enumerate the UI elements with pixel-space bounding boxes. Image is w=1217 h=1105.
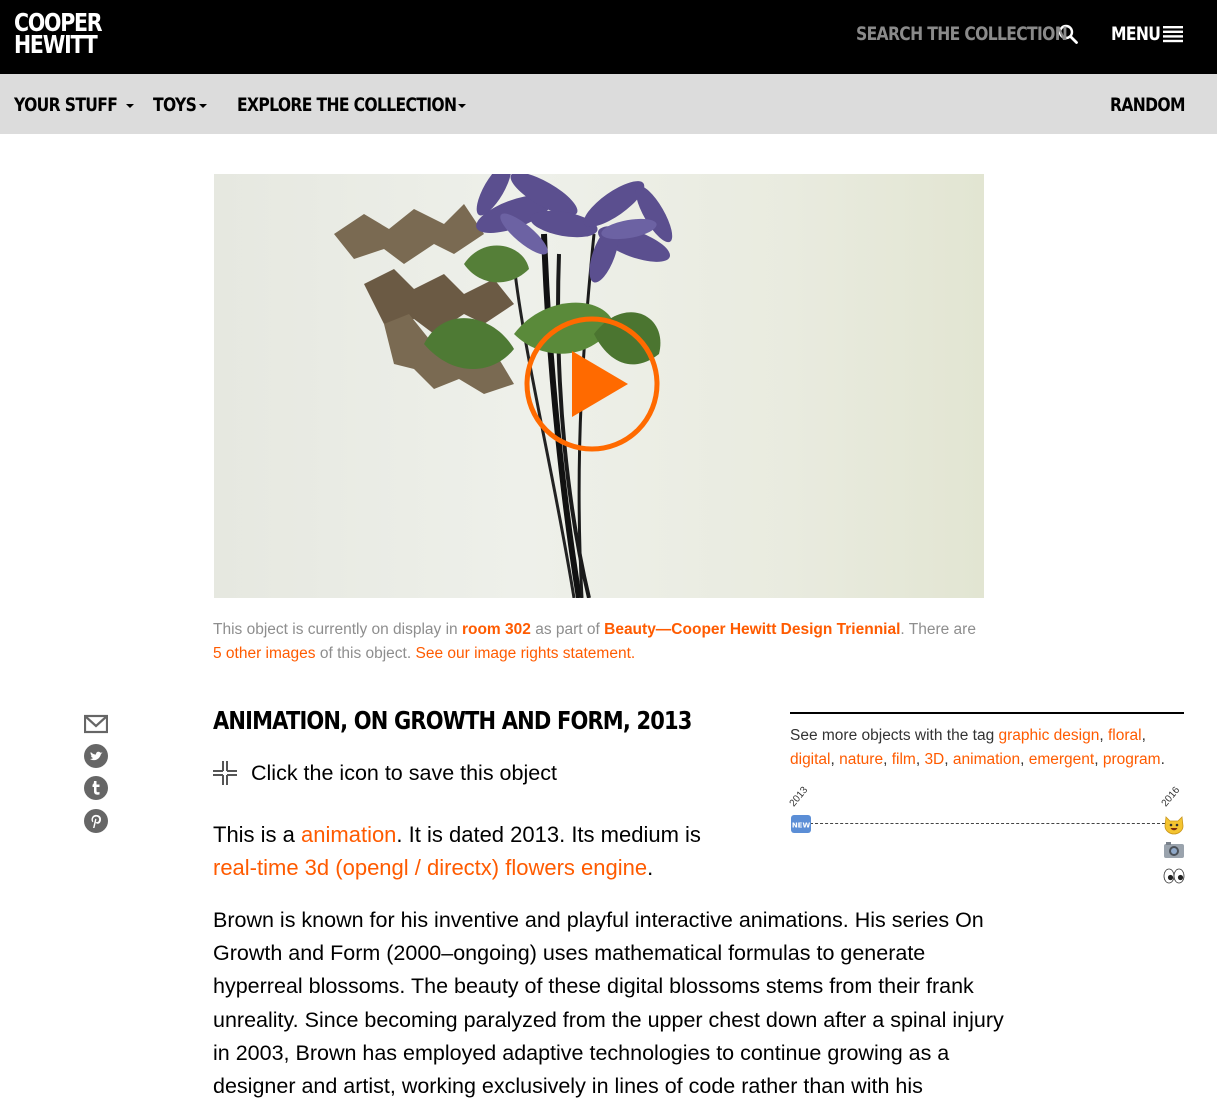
exhibition-link[interactable]: Beauty—Cooper Hewitt Design Triennial: [604, 621, 900, 638]
tag-animation[interactable]: animation: [953, 751, 1020, 768]
play-icon[interactable]: [524, 316, 660, 452]
medium-link[interactable]: real-time 3d (opengl / directx) flowers …: [213, 855, 647, 880]
email-icon[interactable]: [84, 712, 108, 736]
save-label: Click the icon to save this object: [251, 760, 557, 785]
new-badge-text: NEW: [792, 822, 811, 830]
object-summary: This is a animation. It is dated 2013. I…: [213, 818, 733, 884]
nav-random-label: RANDOM: [1110, 94, 1186, 116]
new-badge-icon[interactable]: NEW: [790, 813, 812, 835]
chevron-down-icon: [457, 103, 466, 108]
caption-text-1: This object is currently on display in: [213, 621, 462, 638]
logo-line-2: HEWITT: [14, 30, 98, 59]
cooper-hewitt-logo[interactable]: COOPER HEWITT: [14, 10, 103, 59]
object-description: Brown is known for his inventive and pla…: [213, 908, 1004, 1099]
tag-graphic-design[interactable]: graphic design: [999, 727, 1100, 744]
object-title-text: ANIMATION, ON GROWTH AND FORM, 2013: [213, 706, 692, 735]
other-images-link[interactable]: 5 other images: [213, 645, 316, 662]
caption-text-4: of this object.: [315, 645, 416, 662]
room-link-text: room 302: [461, 621, 531, 638]
eyes-icon[interactable]: [1163, 865, 1185, 887]
timeline-start-year: 2013: [787, 784, 811, 809]
display-caption: This object is currently on display in r…: [213, 618, 983, 666]
tag-digital[interactable]: digital: [790, 751, 831, 768]
nav-your-stuff-label: YOUR STUFF: [14, 94, 118, 116]
tag-nature[interactable]: nature: [839, 751, 883, 768]
nav-toys[interactable]: TOYS: [153, 94, 207, 116]
object-title: ANIMATION, ON GROWTH AND FORM, 2013: [213, 706, 783, 735]
tags-intro: See more objects with the tag: [790, 727, 999, 744]
chevron-down-icon: [125, 103, 134, 108]
caption-text-3: . There are: [900, 621, 976, 638]
twitter-icon[interactable]: [84, 744, 108, 768]
hamburger-icon: [1163, 26, 1183, 43]
nav-explore-label: EXPLORE THE COLLECTION: [237, 94, 457, 116]
room-link[interactable]: room 302: [462, 621, 531, 638]
tag-emergent[interactable]: emergent: [1029, 751, 1094, 768]
summary-text-1: This is a: [213, 822, 302, 847]
chevron-down-icon: [198, 103, 207, 108]
tag-program[interactable]: program: [1103, 751, 1161, 768]
caption-text-2: as part of: [530, 621, 605, 638]
pinterest-icon[interactable]: [84, 809, 108, 833]
timeline-line: [810, 823, 1165, 824]
image-rights-link[interactable]: See our image rights statement.: [415, 645, 635, 662]
smiley-cat-icon[interactable]: [1163, 813, 1185, 835]
summary-text-3: .: [647, 855, 654, 880]
tag-film[interactable]: film: [892, 751, 916, 768]
nav-bar: YOUR STUFF TOYS EXPLORE THE COLLECTION R…: [0, 74, 1217, 134]
summary-text-2: . It is dated 2013. Its medium is: [396, 822, 701, 847]
exhibition-link-text: Beauty—Cooper Hewitt Design Triennial: [604, 621, 901, 638]
camera-icon[interactable]: [1163, 839, 1185, 861]
tag-floral[interactable]: floral: [1108, 727, 1142, 744]
tags-panel: See more objects with the tag graphic de…: [790, 712, 1184, 772]
search-collection-button[interactable]: SEARCH THE COLLECTION: [856, 22, 1078, 46]
save-object-button[interactable]: Click the icon to save this object: [213, 760, 557, 786]
menu-label: MENU: [1111, 23, 1161, 45]
nav-your-stuff[interactable]: YOUR STUFF: [14, 94, 134, 116]
menu-button[interactable]: MENU: [1111, 22, 1183, 46]
nav-toys-label: TOYS: [153, 94, 197, 116]
save-plus-icon: [213, 761, 237, 785]
nav-random[interactable]: RANDOM: [1110, 94, 1201, 116]
timeline-end-year: 2016: [1159, 784, 1183, 809]
search-label: SEARCH THE COLLECTION: [856, 23, 1068, 45]
tumblr-icon[interactable]: [84, 776, 108, 800]
top-bar: COOPER HEWITT SEARCH THE COLLECTION MENU: [0, 0, 1217, 74]
type-link[interactable]: animation: [301, 822, 396, 847]
nav-explore-collection[interactable]: EXPLORE THE COLLECTION: [237, 94, 466, 116]
tag-3d[interactable]: 3D: [924, 751, 944, 768]
